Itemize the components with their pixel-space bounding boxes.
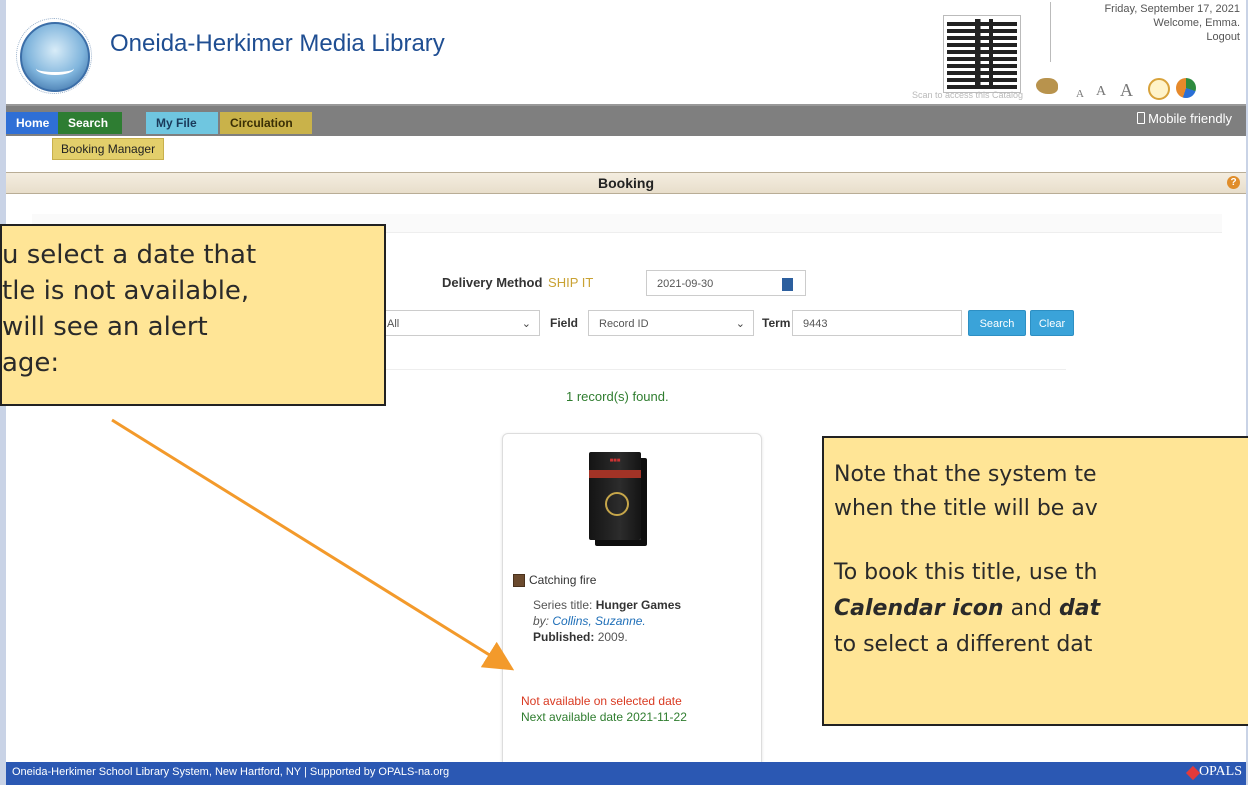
- delivery-method-text: Delivery Method: [442, 275, 543, 290]
- calendar-icon[interactable]: [782, 278, 793, 291]
- book-format-icon: [513, 574, 525, 587]
- location-value: All: [387, 318, 400, 330]
- alarm-clock-icon[interactable]: [1148, 78, 1170, 100]
- callout-left-line-4: age:: [2, 348, 60, 378]
- qr-caption: Scan to access this Catalog: [912, 90, 1024, 100]
- search-button[interactable]: Search: [968, 310, 1026, 336]
- tab-search[interactable]: Search: [58, 112, 122, 134]
- library-title[interactable]: Oneida-Herkimer Media Library: [110, 30, 445, 58]
- qr-code-icon: [943, 15, 1021, 93]
- help-icon[interactable]: ?: [1227, 176, 1240, 189]
- calendar-icon-emphasis: Calendar icon: [834, 596, 1004, 621]
- callout-right-line-1: Note that the system te: [834, 462, 1097, 487]
- published-line: Published: 2009.: [533, 630, 628, 644]
- record-title[interactable]: Catching fire: [529, 573, 596, 587]
- field-label: Field: [550, 316, 579, 330]
- term-value: 9443: [803, 318, 828, 330]
- footer-text[interactable]: Oneida-Herkimer School Library System, N…: [12, 766, 449, 778]
- callout-left-line-3: will see an alert: [2, 312, 208, 342]
- user-info: Friday, September 17, 2021 Welcome, Emma…: [1050, 2, 1240, 62]
- and-text: and: [1003, 596, 1059, 621]
- palette-icon[interactable]: [1036, 78, 1058, 94]
- by-label: by:: [533, 614, 550, 628]
- welcome-text: Welcome, Emma.: [1153, 17, 1240, 29]
- divider: [336, 369, 1066, 370]
- author-link[interactable]: Collins, Suzanne.: [552, 614, 645, 628]
- font-size-small-button[interactable]: A: [1076, 88, 1084, 100]
- book-cover[interactable]: ■■■: [589, 452, 641, 540]
- published-value: 2009.: [597, 630, 628, 644]
- author-line: by: Collins, Suzanne.: [533, 614, 646, 628]
- location-select[interactable]: All ⌄: [376, 310, 540, 336]
- callout-right-line-5: to select a different dat: [834, 632, 1093, 657]
- pie-chart-icon[interactable]: [1176, 78, 1196, 98]
- availability-alert: Not available on selected date: [521, 694, 682, 708]
- field-select[interactable]: Record ID ⌄: [588, 310, 754, 336]
- section-title: Booking: [598, 175, 654, 191]
- mobile-label: Mobile friendly: [1148, 111, 1232, 126]
- field-value: Record ID: [599, 318, 649, 330]
- booking-date-input[interactable]: 2021-09-30: [646, 270, 806, 296]
- published-label: Published:: [533, 630, 595, 644]
- date-emphasis: dat: [1058, 596, 1101, 621]
- header: Oneida-Herkimer Media Library Scan to ac…: [6, 0, 1246, 104]
- next-available-date: Next available date 2021-11-22: [521, 710, 687, 724]
- result-card: ■■■ Catching fire Series title: Hunger G…: [502, 433, 762, 769]
- chevron-down-icon: ⌄: [735, 318, 745, 330]
- series-line: Series title: Hunger Games: [533, 598, 681, 612]
- logo-ring: [16, 18, 92, 94]
- font-size-large-button[interactable]: A: [1120, 80, 1133, 101]
- mobile-friendly-link[interactable]: Mobile friendly: [1137, 111, 1232, 126]
- callout-left-line-2: tle is not available,: [2, 276, 250, 306]
- callout-right: Note that the system te when the title w…: [822, 436, 1248, 726]
- cover-band: [589, 470, 641, 478]
- delivery-method-label: Delivery Method SHIP IT: [442, 275, 593, 290]
- term-input[interactable]: 9443: [792, 310, 962, 336]
- cover-art-lettering: ■■■: [609, 458, 621, 464]
- current-date: Friday, September 17, 2021: [1104, 3, 1240, 15]
- heart-icon: [1185, 765, 1201, 781]
- library-logo: [16, 18, 92, 94]
- delivery-method-value: SHIP IT: [548, 275, 594, 290]
- phone-icon: [1137, 112, 1146, 124]
- series-label: Series title:: [533, 598, 593, 612]
- clear-button[interactable]: Clear: [1030, 310, 1074, 336]
- callout-left: u select a date that tle is not availabl…: [0, 224, 386, 406]
- callout-right-line-2: when the title will be av: [834, 496, 1098, 521]
- chevron-down-icon: ⌄: [521, 318, 531, 330]
- font-size-medium-button[interactable]: A: [1096, 84, 1106, 100]
- callout-left-line-1: u select a date that: [2, 240, 257, 270]
- term-label: Term: [762, 316, 791, 330]
- series-value: Hunger Games: [595, 598, 682, 612]
- footer: Oneida-Herkimer School Library System, N…: [6, 762, 1246, 785]
- section-header: Booking ?: [6, 172, 1246, 194]
- callout-right-line-3: To book this title, use th: [834, 560, 1098, 585]
- divider: [1050, 2, 1051, 62]
- subtab-booking-manager[interactable]: Booking Manager: [52, 138, 165, 160]
- tab-circulation[interactable]: Circulation: [220, 112, 312, 134]
- display-tools: A A A: [1036, 78, 1236, 102]
- book-icon: [36, 62, 74, 75]
- logout-link[interactable]: Logout: [1050, 30, 1240, 44]
- mockingjay-pin-icon: [605, 492, 629, 516]
- main-nav: Home Search My File Circulation Mobile f…: [6, 104, 1246, 136]
- results-count: 1 record(s) found.: [566, 389, 669, 404]
- opals-logo[interactable]: OPALS: [1199, 764, 1242, 780]
- callout-right-line-4: Calendar icon and dat: [834, 596, 1100, 621]
- tab-home[interactable]: Home: [6, 112, 58, 134]
- tab-my-file[interactable]: My File: [146, 112, 218, 134]
- booking-date-value: 2021-09-30: [657, 278, 714, 290]
